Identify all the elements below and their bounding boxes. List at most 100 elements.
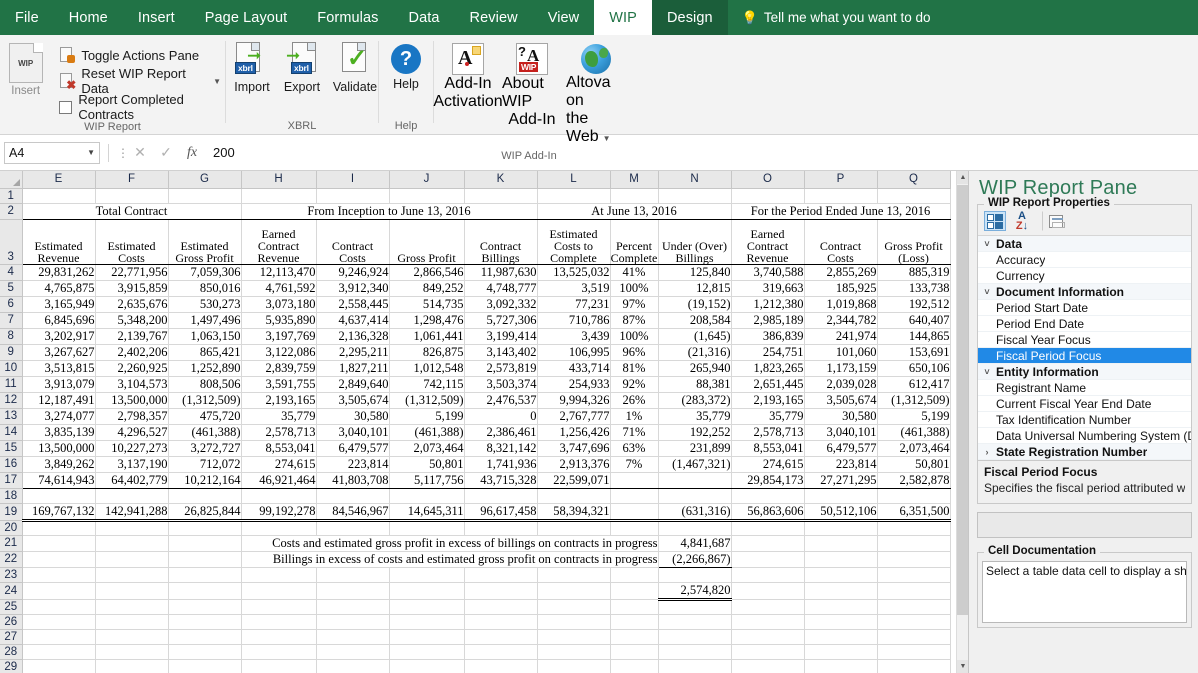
tab-view[interactable]: View xyxy=(533,0,595,35)
column-title-cell[interactable]: Under (Over)Billings xyxy=(658,219,731,264)
grid-cell[interactable] xyxy=(877,582,950,599)
grid-cell[interactable]: 7,059,306 xyxy=(168,264,241,280)
grid-cell[interactable] xyxy=(804,188,877,203)
grid-cell[interactable] xyxy=(877,659,950,673)
grid-cell[interactable]: 3,137,190 xyxy=(95,456,168,472)
grid-cell[interactable] xyxy=(731,488,804,503)
grid-cell[interactable] xyxy=(610,582,658,599)
grid-cell[interactable]: 1,063,150 xyxy=(168,328,241,344)
grid-cell[interactable]: 41,803,708 xyxy=(316,472,389,488)
grid-cell[interactable]: 3,503,374 xyxy=(464,376,537,392)
tell-me-box[interactable]: 💡 Tell me what you want to do xyxy=(728,0,931,35)
grid-cell[interactable]: 133,738 xyxy=(877,280,950,296)
grid-cell[interactable] xyxy=(316,659,389,673)
grid-cell[interactable] xyxy=(877,567,950,582)
formula-input[interactable]: 200 xyxy=(205,145,1198,160)
grid-cell[interactable]: 29,854,173 xyxy=(731,472,804,488)
grid-cell[interactable] xyxy=(316,599,389,614)
grid-cell[interactable] xyxy=(658,188,731,203)
cell-documentation-text[interactable]: Select a table data cell to display a sh… xyxy=(982,561,1187,623)
grid-cell[interactable]: 5,199 xyxy=(877,408,950,424)
grid-cell[interactable] xyxy=(22,551,95,567)
grid-cell[interactable] xyxy=(537,488,610,503)
grid-cell[interactable] xyxy=(316,188,389,203)
column-title-cell[interactable]: ContractCosts xyxy=(804,219,877,264)
column-header-m[interactable]: M xyxy=(610,171,658,188)
grid-cell[interactable]: 386,839 xyxy=(731,328,804,344)
grid-cell[interactable]: 274,615 xyxy=(241,456,316,472)
row-header-10[interactable]: 10 xyxy=(0,360,22,376)
grid-cell[interactable]: 8,553,041 xyxy=(241,440,316,456)
grid-cell[interactable]: 3,274,077 xyxy=(22,408,95,424)
grid-cell[interactable] xyxy=(877,188,950,203)
grid-cell[interactable] xyxy=(95,488,168,503)
tab-data[interactable]: Data xyxy=(394,0,455,35)
grid-cell[interactable]: 254,933 xyxy=(537,376,610,392)
row-header-18[interactable]: 18 xyxy=(0,488,22,503)
grid-cell[interactable]: 3,513,815 xyxy=(22,360,95,376)
grid-cell[interactable]: 12,113,470 xyxy=(241,264,316,280)
grid-cell[interactable]: 530,273 xyxy=(168,296,241,312)
grid-cell[interactable] xyxy=(316,520,389,535)
tab-file[interactable]: File xyxy=(0,0,54,35)
grid-cell[interactable]: 13,500,000 xyxy=(95,392,168,408)
grid-cell[interactable]: 1,741,936 xyxy=(464,456,537,472)
grid-cell[interactable] xyxy=(658,629,731,644)
grid-cell[interactable]: 100% xyxy=(610,280,658,296)
tab-wip[interactable]: WIP xyxy=(594,0,652,35)
row-header-2[interactable]: 2 xyxy=(0,203,22,219)
grid-cell[interactable] xyxy=(658,488,731,503)
grid-cell[interactable]: 1,823,265 xyxy=(731,360,804,376)
grid-cell[interactable] xyxy=(537,520,610,535)
grid-cell[interactable]: 2,582,878 xyxy=(877,472,950,488)
grid-cell[interactable]: 3,104,573 xyxy=(95,376,168,392)
grid-cell[interactable]: 64,402,779 xyxy=(95,472,168,488)
grid-cell[interactable] xyxy=(877,614,950,629)
grid-cell[interactable] xyxy=(95,659,168,673)
grid-cell[interactable] xyxy=(610,520,658,535)
property-row-currency[interactable]: Currency xyxy=(978,268,1191,284)
grid-cell[interactable]: 6,479,577 xyxy=(316,440,389,456)
grid-cell[interactable] xyxy=(731,582,804,599)
grid-cell[interactable]: 1,019,868 xyxy=(804,296,877,312)
grid-cell[interactable] xyxy=(168,535,241,551)
grid-cell[interactable]: 2,798,357 xyxy=(95,408,168,424)
grid-cell[interactable]: 1,256,426 xyxy=(537,424,610,440)
grid-cell[interactable] xyxy=(316,567,389,582)
grid-cell[interactable]: 1,298,476 xyxy=(389,312,464,328)
grid-cell[interactable]: 63% xyxy=(610,440,658,456)
grid-cell[interactable] xyxy=(537,659,610,673)
grid-cell[interactable]: 22,771,956 xyxy=(95,264,168,280)
grid-cell[interactable]: 265,940 xyxy=(658,360,731,376)
row-header-4[interactable]: 4 xyxy=(0,264,22,280)
formula-bar-handle[interactable]: ⋮ xyxy=(117,146,127,160)
grid-cell[interactable]: 88,381 xyxy=(658,376,731,392)
grid-cell[interactable] xyxy=(464,644,537,659)
grid-cell[interactable]: (1,645) xyxy=(658,328,731,344)
expand-collapse-icon[interactable]: ˅ xyxy=(978,239,996,249)
column-header-o[interactable]: O xyxy=(731,171,804,188)
row-header-14[interactable]: 14 xyxy=(0,424,22,440)
select-all-corner[interactable] xyxy=(0,171,22,188)
grid-cell[interactable] xyxy=(731,629,804,644)
grid-cell[interactable]: 885,319 xyxy=(877,264,950,280)
grid-cell[interactable]: 3,040,101 xyxy=(316,424,389,440)
grid-cell[interactable] xyxy=(537,582,610,599)
grid-cell[interactable] xyxy=(241,188,316,203)
row-header-27[interactable]: 27 xyxy=(0,629,22,644)
grand-total-cell[interactable]: (631,316) xyxy=(658,503,731,520)
grid-cell[interactable] xyxy=(610,614,658,629)
grid-cell[interactable]: 241,974 xyxy=(804,328,877,344)
grid-cell[interactable] xyxy=(241,599,316,614)
grid-cell[interactable] xyxy=(658,614,731,629)
grid-cell[interactable]: 3,197,769 xyxy=(241,328,316,344)
grid-cell[interactable] xyxy=(389,644,464,659)
grid-cell[interactable]: (1,312,509) xyxy=(389,392,464,408)
grid-cell[interactable]: 12,187,491 xyxy=(22,392,95,408)
chevron-down-icon[interactable]: ▼ xyxy=(213,77,221,86)
grid-cell[interactable]: 27,271,295 xyxy=(804,472,877,488)
grid-cell[interactable]: 12,815 xyxy=(658,280,731,296)
grand-total-cell[interactable]: 142,941,288 xyxy=(95,503,168,520)
grid-cell[interactable]: 74,614,943 xyxy=(22,472,95,488)
note-value[interactable]: 4,841,687 xyxy=(658,535,731,551)
